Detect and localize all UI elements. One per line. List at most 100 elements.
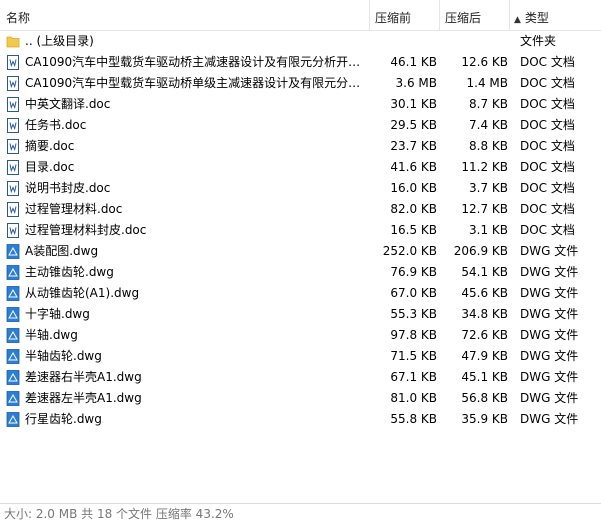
file-packed-size: 16.0 KB [390, 181, 437, 195]
file-packed-size: 55.8 KB [390, 412, 437, 426]
file-row[interactable]: CA1090汽车中型载货车驱动桥单级主减速器设计及有限元分析.doc 3.6 M… [0, 73, 601, 94]
file-type: DWG 文件 [520, 286, 579, 300]
file-name: 目录.doc [25, 160, 75, 174]
file-row[interactable]: 目录.doc 41.6 KB 11.2 KB DOC 文档 [0, 157, 601, 178]
file-type: DOC 文档 [520, 97, 575, 111]
file-packed-size: 46.1 KB [390, 55, 437, 69]
file-name: 过程管理材料封皮.doc [25, 223, 147, 237]
file-name: CA1090汽车中型载货车驱动桥单级主减速器设计及有限元分析.doc [25, 76, 370, 90]
file-row[interactable]: 半轴.dwg 97.8 KB 72.6 KB DWG 文件 [0, 325, 601, 346]
file-packed-size: 81.0 KB [390, 391, 437, 405]
file-name: 说明书封皮.doc [25, 181, 111, 195]
file-compressed-size: 56.8 KB [461, 391, 508, 405]
column-name-header[interactable]: 名称 [6, 0, 30, 30]
doc-file-icon [6, 139, 20, 154]
doc-file-icon [6, 202, 20, 217]
column-packed-header[interactable]: 压缩前 [375, 0, 411, 30]
file-name: 过程管理材料.doc [25, 202, 123, 216]
file-type: DOC 文档 [520, 76, 575, 90]
file-compressed-size: 47.9 KB [461, 349, 508, 363]
file-packed-size: 76.9 KB [390, 265, 437, 279]
file-row[interactable]: 任务书.doc 29.5 KB 7.4 KB DOC 文档 [0, 115, 601, 136]
file-packed-size: 97.8 KB [390, 328, 437, 342]
status-bar: 大小: 2.0 MB 共 18 个文件 压缩率 43.2% [0, 503, 601, 523]
file-type: DOC 文档 [520, 202, 575, 216]
file-type: DOC 文档 [520, 181, 575, 195]
file-name: 差速器左半壳A1.dwg [25, 391, 142, 405]
archive-window: 名称 压缩前 压缩后 ▲ 类型 .. (上级目录) 文件夹 CA1090汽车中型载… [0, 0, 601, 523]
file-row[interactable]: 中英文翻译.doc 30.1 KB 8.7 KB DOC 文档 [0, 94, 601, 115]
file-name: 行星齿轮.dwg [25, 412, 102, 426]
file-packed-size: 82.0 KB [390, 202, 437, 216]
file-type: DWG 文件 [520, 370, 579, 384]
file-type: 文件夹 [520, 34, 557, 48]
dwg-file-icon [6, 391, 20, 406]
file-compressed-size: 8.7 KB [469, 97, 508, 111]
doc-file-icon [6, 97, 20, 112]
file-name: 主动锥齿轮.dwg [25, 265, 114, 279]
file-row[interactable]: 从动锥齿轮(A1).dwg 67.0 KB 45.6 KB DWG 文件 [0, 283, 601, 304]
dwg-file-icon [6, 349, 20, 364]
file-packed-size: 23.7 KB [390, 139, 437, 153]
file-packed-size: 41.6 KB [390, 160, 437, 174]
file-row[interactable]: 过程管理材料封皮.doc 16.5 KB 3.1 KB DOC 文档 [0, 220, 601, 241]
file-packed-size: 67.1 KB [390, 370, 437, 384]
dwg-file-icon [6, 307, 20, 322]
file-compressed-size: 54.1 KB [461, 265, 508, 279]
file-type: DWG 文件 [520, 244, 579, 258]
file-name: 半轴齿轮.dwg [25, 349, 102, 363]
file-compressed-size: 12.6 KB [461, 55, 508, 69]
file-row[interactable]: 过程管理材料.doc 82.0 KB 12.7 KB DOC 文档 [0, 199, 601, 220]
file-compressed-size: 3.7 KB [469, 181, 508, 195]
column-type-label: 类型 [524, 11, 549, 25]
dwg-file-icon [6, 412, 20, 427]
file-packed-size: 252.0 KB [382, 244, 437, 258]
column-divider[interactable] [439, 0, 440, 30]
file-name: 半轴.dwg [25, 328, 78, 342]
file-name: .. (上级目录) [25, 34, 94, 48]
file-compressed-size: 12.7 KB [461, 202, 508, 216]
doc-file-icon [6, 160, 20, 175]
file-row[interactable]: 十字轴.dwg 55.3 KB 34.8 KB DWG 文件 [0, 304, 601, 325]
file-type: DWG 文件 [520, 349, 579, 363]
file-row[interactable]: 主动锥齿轮.dwg 76.9 KB 54.1 KB DWG 文件 [0, 262, 601, 283]
file-row[interactable]: 差速器左半壳A1.dwg 81.0 KB 56.8 KB DWG 文件 [0, 388, 601, 409]
file-type: DOC 文档 [520, 139, 575, 153]
file-row[interactable]: CA1090汽车中型载货车驱动桥主减速器设计及有限元分析开题报告.doc 46.… [0, 52, 601, 73]
file-name: CA1090汽车中型载货车驱动桥主减速器设计及有限元分析开题报告.doc [25, 55, 370, 69]
doc-file-icon [6, 76, 20, 91]
column-header: 名称 压缩前 压缩后 ▲ 类型 [0, 0, 601, 31]
file-row[interactable]: 摘要.doc 23.7 KB 8.8 KB DOC 文档 [0, 136, 601, 157]
file-type: DOC 文档 [520, 118, 575, 132]
doc-file-icon [6, 181, 20, 196]
file-name: 差速器右半壳A1.dwg [25, 370, 142, 384]
file-compressed-size: 206.9 KB [453, 244, 508, 258]
file-list[interactable]: .. (上级目录) 文件夹 CA1090汽车中型载货车驱动桥主减速器设计及有限元… [0, 31, 601, 430]
file-name: A装配图.dwg [25, 244, 99, 258]
doc-file-icon [6, 55, 20, 70]
file-compressed-size: 34.8 KB [461, 307, 508, 321]
file-packed-size: 16.5 KB [390, 223, 437, 237]
file-row[interactable]: 半轴齿轮.dwg 71.5 KB 47.9 KB DWG 文件 [0, 346, 601, 367]
file-type: DWG 文件 [520, 328, 579, 342]
file-compressed-size: 45.1 KB [461, 370, 508, 384]
file-row[interactable]: 差速器右半壳A1.dwg 67.1 KB 45.1 KB DWG 文件 [0, 367, 601, 388]
column-type-header[interactable]: ▲ 类型 [514, 0, 549, 30]
file-type: DWG 文件 [520, 307, 579, 321]
file-compressed-size: 35.9 KB [461, 412, 508, 426]
file-row[interactable]: .. (上级目录) 文件夹 [0, 31, 601, 52]
file-row[interactable]: A装配图.dwg 252.0 KB 206.9 KB DWG 文件 [0, 241, 601, 262]
column-divider[interactable] [509, 0, 510, 30]
file-packed-size: 3.6 MB [395, 76, 437, 90]
file-row[interactable]: 说明书封皮.doc 16.0 KB 3.7 KB DOC 文档 [0, 178, 601, 199]
file-compressed-size: 8.8 KB [469, 139, 508, 153]
file-packed-size: 30.1 KB [390, 97, 437, 111]
folder-icon [6, 34, 20, 49]
file-row[interactable]: 行星齿轮.dwg 55.8 KB 35.9 KB DWG 文件 [0, 409, 601, 430]
file-compressed-size: 7.4 KB [469, 118, 508, 132]
doc-file-icon [6, 223, 20, 238]
column-size-header[interactable]: 压缩后 [445, 0, 481, 30]
file-name: 十字轴.dwg [25, 307, 90, 321]
column-divider[interactable] [369, 0, 370, 30]
file-packed-size: 67.0 KB [390, 286, 437, 300]
